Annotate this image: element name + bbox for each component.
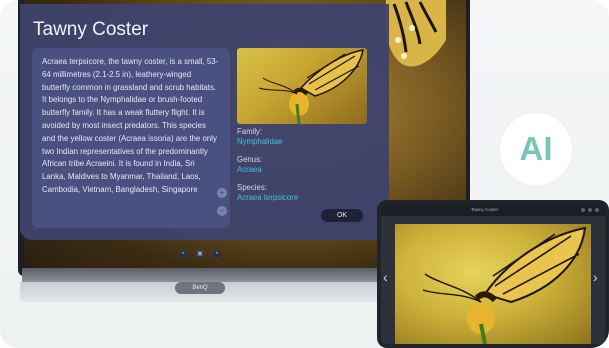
previous-arrow-icon[interactable]: ‹ (383, 270, 388, 284)
description-panel[interactable]: Acraea terpsicore, the tawny coster, is … (32, 48, 230, 228)
family-link[interactable]: Nymphalidae (237, 137, 283, 146)
toolbar-exit-icon[interactable]: × (212, 249, 222, 259)
genus-link[interactable]: Acraea (237, 165, 262, 174)
maximize-icon[interactable] (588, 208, 592, 212)
tablet-device: Tawny Coster ‹ › (377, 200, 609, 348)
genus-label: Genus: (237, 155, 263, 164)
window-controls (581, 208, 599, 212)
toolbar-close-icon[interactable]: × (178, 249, 188, 259)
floating-toolbar: × ▣ × (178, 249, 222, 259)
next-arrow-icon[interactable]: › (593, 270, 598, 284)
species-label: Species: (237, 183, 267, 192)
card-background: BenQ × ▣ × Tawny Coster Acraea terpsicor… (0, 0, 609, 348)
tablet-butterfly-photo (395, 224, 591, 344)
tablet-title-bar: Tawny Coster (381, 204, 605, 216)
minimize-icon[interactable] (581, 208, 585, 212)
butterfly-photo (237, 48, 367, 124)
ok-button[interactable]: OK (321, 209, 363, 222)
species-info-dialog: Tawny Coster Acraea terpsicore, the tawn… (20, 4, 389, 240)
dialog-title: Tawny Coster (33, 19, 149, 40)
butterfly-illustration (258, 49, 364, 124)
species-link[interactable]: Acraea terpsicore (237, 193, 298, 202)
brand-label: BenQ (175, 282, 225, 294)
close-icon[interactable] (595, 208, 599, 212)
scroll-up-icon[interactable]: + (217, 188, 227, 198)
toolbar-window-icon[interactable]: ▣ (195, 249, 205, 259)
ai-badge: AI (500, 113, 572, 185)
family-label: Family: (237, 127, 263, 136)
ai-badge-text: AI (519, 130, 553, 167)
tablet-window-title: Tawny Coster (471, 207, 499, 212)
tablet-screen: Tawny Coster ‹ › (381, 204, 605, 344)
tablet-butterfly-illustration (422, 226, 587, 344)
scroll-down-icon[interactable]: − (217, 206, 227, 216)
